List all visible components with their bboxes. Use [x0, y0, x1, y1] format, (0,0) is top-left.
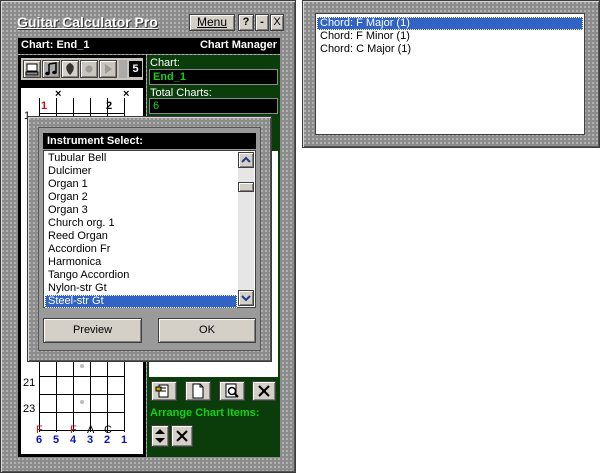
- string-number: 3: [87, 434, 94, 446]
- dot-icon[interactable]: [80, 60, 98, 78]
- chord-items: Chord: F Major (1) Chord: F Minor (1) Chor…: [317, 17, 583, 56]
- fret-grid-lower: [21, 350, 143, 432]
- delete-icon[interactable]: [252, 381, 276, 401]
- chart-manager-title: Chart Manager: [199, 39, 277, 51]
- dialog-inner: Instrument Select: Tubular Bell Dulcimer O…: [38, 127, 261, 351]
- guitar-pick-icon[interactable]: [61, 60, 79, 78]
- instrument-listbox[interactable]: Tubular Bell Dulcimer Organ 1 Organ 2 Organ …: [43, 150, 256, 308]
- instrument-item[interactable]: Reed Organ: [45, 230, 237, 243]
- chord-item[interactable]: Chord: F Minor (1): [317, 30, 583, 43]
- instrument-item[interactable]: Tango Accordion: [45, 269, 237, 282]
- instrument-item[interactable]: Church org. 1: [45, 217, 237, 230]
- instrument-dialog: Instrument Select: Tubular Bell Dulcimer O…: [27, 116, 272, 362]
- arrange-label: Arrange Chart Items:: [150, 407, 260, 419]
- dialog-title: Instrument Select:: [43, 133, 256, 149]
- string-number: 4: [70, 434, 77, 446]
- chart-name-field[interactable]: End_1: [149, 69, 278, 85]
- chart-title: Chart: End_1: [21, 39, 90, 51]
- chord-listbox[interactable]: Chord: F Major (1) Chord: F Minor (1) Chor…: [315, 13, 585, 135]
- remove-item-icon[interactable]: [171, 425, 193, 447]
- scroll-down-arrow-icon[interactable]: [238, 290, 254, 306]
- scroll-thumb[interactable]: [238, 182, 254, 192]
- menu-button[interactable]: Menu: [189, 14, 235, 31]
- help-button[interactable]: ?: [238, 14, 254, 31]
- divider-bar: [119, 60, 127, 78]
- app-title: Guitar Calculator Pro: [17, 14, 158, 30]
- instrument-item[interactable]: Dulcimer: [45, 165, 237, 178]
- play-icon[interactable]: [99, 60, 117, 78]
- instrument-item[interactable]: Organ 1: [45, 178, 237, 191]
- scroll-up-arrow-icon[interactable]: [238, 152, 254, 168]
- chart-header: Chart: End_1 Chart Manager: [18, 38, 280, 54]
- instrument-item[interactable]: Accordion Fr: [45, 243, 237, 256]
- string-number: 6: [36, 434, 43, 446]
- instrument-item[interactable]: Harmonica: [45, 256, 237, 269]
- music-note-icon[interactable]: [42, 60, 60, 78]
- instrument-item[interactable]: Organ 2: [45, 191, 237, 204]
- string-number: 5: [53, 434, 60, 446]
- chord-list-window: Chord: F Major (1) Chord: F Minor (1) Chor…: [302, 0, 600, 148]
- chart-count-badge: 5: [129, 61, 142, 77]
- chord-item[interactable]: Chord: C Major (1): [317, 43, 583, 56]
- instrument-item[interactable]: Steel-str Gt: [45, 295, 237, 308]
- fret-number: 23: [23, 403, 36, 415]
- instrument-item[interactable]: Organ 3: [45, 204, 237, 217]
- string-number: 2: [104, 434, 111, 446]
- computer-icon[interactable]: [23, 60, 41, 78]
- instrument-item[interactable]: Nylon-str Gt: [45, 282, 237, 295]
- new-document-icon[interactable]: [185, 381, 211, 401]
- chord-item[interactable]: Chord: F Major (1): [317, 17, 583, 30]
- total-charts-field: 6: [149, 98, 278, 114]
- scrollbar[interactable]: [238, 152, 254, 306]
- move-up-down-icon[interactable]: [151, 425, 169, 447]
- instrument-items: Tubular Bell Dulcimer Organ 1 Organ 2 Organ …: [45, 152, 237, 308]
- chart-label: Chart:: [150, 57, 180, 69]
- paste-icon[interactable]: [151, 381, 177, 401]
- fret-number: 21: [23, 377, 36, 389]
- preview-button[interactable]: Preview: [43, 318, 142, 343]
- minimize-button[interactable]: -: [255, 14, 269, 31]
- ok-button[interactable]: OK: [158, 318, 256, 343]
- instrument-item[interactable]: Tubular Bell: [45, 152, 237, 165]
- toolbar: 5: [21, 58, 143, 80]
- finger-number: 1: [41, 100, 48, 112]
- string-number: 1: [121, 434, 128, 446]
- zoom-document-icon[interactable]: [219, 381, 245, 401]
- nut-line: [39, 113, 125, 114]
- close-button[interactable]: X: [270, 14, 284, 31]
